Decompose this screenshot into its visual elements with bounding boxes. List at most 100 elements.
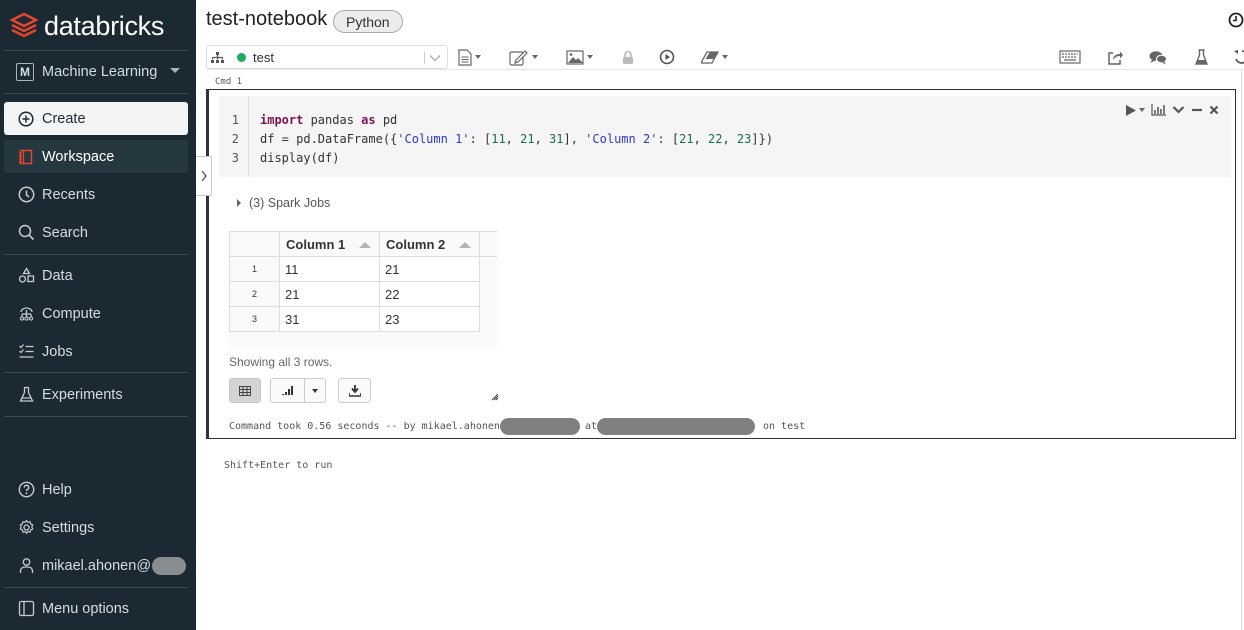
run-cell-button[interactable] bbox=[1126, 104, 1145, 116]
cluster-icon bbox=[211, 51, 224, 63]
row-count-text: Showing all 3 rows. bbox=[229, 355, 333, 369]
sidebar-item-label: Workspace bbox=[42, 148, 115, 165]
caret-down-icon bbox=[475, 55, 481, 59]
sidebar-divider bbox=[4, 416, 188, 417]
revision-history-icon[interactable] bbox=[1228, 12, 1244, 33]
table-icon bbox=[239, 385, 251, 396]
permissions-button[interactable] bbox=[622, 47, 634, 67]
command-cluster-text: on test bbox=[762, 421, 806, 432]
caret-right-icon bbox=[237, 199, 241, 207]
separator bbox=[424, 52, 425, 64]
cell-label: Cmd 1 bbox=[215, 77, 243, 87]
redacted-region bbox=[152, 556, 187, 575]
sidebar-item-label: Jobs bbox=[42, 343, 73, 360]
panel-icon bbox=[16, 599, 36, 619]
line-number: 2 bbox=[231, 132, 239, 146]
chevron-down-icon[interactable] bbox=[1172, 105, 1185, 115]
keyboard-shortcuts-button[interactable] bbox=[1059, 47, 1081, 67]
sidebar-item-experiments[interactable]: Experiments bbox=[4, 378, 188, 411]
sidebar-divider bbox=[4, 93, 188, 94]
compute-icon bbox=[16, 304, 36, 324]
redacted-region bbox=[499, 418, 580, 435]
close-icon[interactable] bbox=[1209, 105, 1219, 115]
sidebar-item-settings[interactable]: Settings bbox=[4, 511, 188, 544]
sort-asc-icon[interactable] bbox=[459, 241, 471, 248]
sidebar-item-compute[interactable]: Compute bbox=[4, 297, 188, 330]
play-icon bbox=[1126, 104, 1136, 116]
table-row: 3 31 23 bbox=[229, 306, 480, 332]
persona-label: Machine Learning bbox=[42, 64, 158, 80]
notebook-title[interactable]: test-notebook bbox=[206, 8, 327, 31]
table-header-row: Column 1 Column 2 bbox=[229, 231, 480, 257]
sidebar-divider bbox=[4, 587, 188, 588]
share-icon bbox=[1108, 51, 1123, 65]
result-table: Column 1 Column 2 1 11 21 2 21 22 3 31 2… bbox=[229, 231, 480, 332]
scrollbar-track[interactable] bbox=[1241, 70, 1242, 630]
comments-icon bbox=[1149, 50, 1167, 64]
sidebar-item-workspace[interactable]: Workspace bbox=[4, 140, 188, 173]
table-view-button[interactable] bbox=[229, 378, 261, 403]
line-number: 3 bbox=[231, 151, 239, 165]
cluster-selector[interactable]: test bbox=[206, 45, 448, 69]
bar-chart-icon bbox=[281, 386, 293, 395]
sidebar-item-data[interactable]: Data bbox=[4, 259, 188, 292]
sidebar-expand-handle[interactable] bbox=[196, 156, 212, 196]
table-cell: 22 bbox=[379, 281, 480, 307]
databricks-logo[interactable]: databricks bbox=[10, 8, 164, 44]
sidebar-item-user[interactable]: mikael.ahonen@ bbox=[4, 549, 188, 582]
sidebar-item-recents[interactable]: Recents bbox=[4, 178, 188, 211]
sidebar-item-menu-options[interactable]: Menu options bbox=[4, 592, 188, 625]
flask-icon bbox=[1195, 49, 1208, 65]
flask-icon bbox=[16, 385, 36, 405]
sort-asc-icon[interactable] bbox=[359, 241, 371, 248]
code-text: df = pd.DataFrame({'Column 1': [11, 21, … bbox=[260, 132, 774, 146]
create-button[interactable]: Create bbox=[4, 102, 188, 135]
code-line: 2 df = pd.DataFrame({'Column 1': [11, 21… bbox=[219, 132, 773, 151]
resize-handle-icon[interactable] bbox=[491, 393, 499, 401]
table-cell: 11 bbox=[279, 256, 380, 282]
view-menu-button[interactable] bbox=[566, 47, 593, 67]
chart-type-dropdown[interactable] bbox=[304, 378, 326, 403]
sidebar: databricks M Machine Learning Create Wor… bbox=[0, 0, 196, 630]
sidebar-item-label: Recents bbox=[42, 186, 96, 203]
table-cell: 23 bbox=[379, 306, 480, 332]
share-button[interactable] bbox=[1107, 47, 1123, 67]
caret-down-icon bbox=[1139, 108, 1145, 112]
table-row: 2 21 22 bbox=[229, 281, 480, 307]
minimize-icon[interactable] bbox=[1191, 105, 1203, 115]
chart-view-button[interactable] bbox=[270, 378, 305, 403]
file-icon bbox=[458, 48, 472, 66]
workspace-icon bbox=[16, 147, 36, 167]
comments-button[interactable] bbox=[1149, 47, 1167, 67]
chart-icon[interactable] bbox=[1151, 104, 1166, 116]
sidebar-item-help[interactable]: Help bbox=[4, 473, 188, 506]
code-text: import pandas as pd bbox=[260, 113, 398, 127]
caret-down-icon bbox=[312, 388, 318, 393]
language-badge[interactable]: Python bbox=[333, 10, 403, 33]
spark-jobs-toggle[interactable]: (3) Spark Jobs bbox=[237, 196, 330, 210]
logo-text: databricks bbox=[44, 10, 165, 41]
row-index: 3 bbox=[229, 306, 280, 332]
sidebar-item-jobs[interactable]: Jobs bbox=[4, 335, 188, 368]
file-menu-button[interactable] bbox=[458, 47, 481, 67]
download-button[interactable] bbox=[338, 378, 371, 403]
revision-button[interactable] bbox=[1234, 47, 1244, 67]
experiments-button[interactable] bbox=[1195, 47, 1208, 67]
help-icon bbox=[16, 480, 36, 500]
clear-menu-button[interactable] bbox=[701, 47, 728, 67]
run-all-button[interactable] bbox=[659, 47, 675, 67]
edit-menu-button[interactable] bbox=[509, 47, 538, 67]
line-number: 1 bbox=[231, 113, 239, 127]
column-header[interactable]: Column 1 bbox=[279, 231, 380, 257]
sidebar-item-search[interactable]: Search bbox=[4, 216, 188, 249]
cell-actions bbox=[1126, 104, 1219, 116]
sidebar-item-label: Search bbox=[42, 224, 88, 241]
row-index: 1 bbox=[229, 256, 280, 282]
column-header[interactable]: Column 2 bbox=[379, 231, 480, 257]
notebook-cell[interactable]: 1 import pandas as pd 2 df = pd.DataFram… bbox=[206, 89, 1236, 439]
command-status: Command took 0.56 seconds -- by mikael.a… bbox=[229, 418, 805, 435]
edit-icon bbox=[509, 49, 528, 66]
persona-switcher[interactable]: M Machine Learning bbox=[4, 56, 188, 88]
code-editor[interactable]: 1 import pandas as pd 2 df = pd.DataFram… bbox=[219, 96, 1231, 177]
cluster-name: test bbox=[253, 49, 274, 65]
